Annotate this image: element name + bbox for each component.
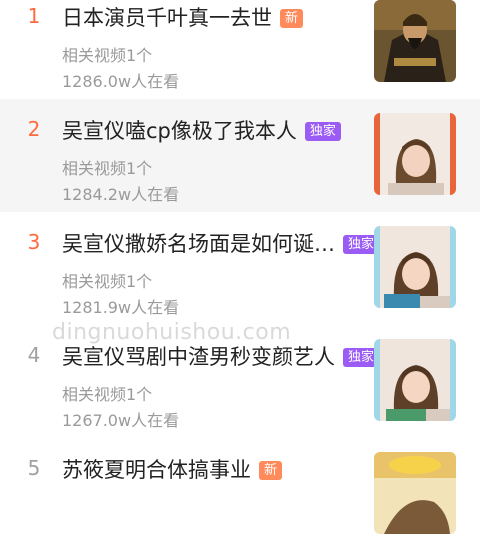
item-title-text: 苏筱夏明合体搞事业 <box>62 458 251 482</box>
hot-list: 1 日本演员千叶真一去世新 相关视频1个 1286.0w人在看 2 吴宣仪嗑cp… <box>0 0 480 551</box>
item-title: 吴宣仪嗑cp像极了我本人 独家 <box>62 115 341 145</box>
video-thumbnail[interactable] <box>374 452 456 534</box>
new-badge: 新 <box>259 461 283 480</box>
list-item[interactable]: 2 吴宣仪嗑cp像极了我本人 独家 相关视频1个 1284.2w人在看 <box>0 99 480 212</box>
watching-count: 1267.0w人在看 <box>62 411 180 430</box>
video-thumbnail[interactable] <box>374 339 456 421</box>
rank-number: 2 <box>27 117 41 141</box>
item-title: 日本演员千叶真一去世新 <box>62 2 304 32</box>
rank-number: 4 <box>27 343 41 367</box>
item-title-text: 吴宣仪骂剧中渣男秒变颜艺人 <box>62 345 335 369</box>
video-thumbnail[interactable] <box>374 113 456 195</box>
new-badge: 新 <box>280 9 304 28</box>
exclusive-badge: 独家 <box>304 122 341 141</box>
watching-count: 1286.0w人在看 <box>62 72 180 91</box>
video-thumbnail[interactable] <box>374 226 456 308</box>
rank-number: 1 <box>27 4 41 28</box>
related-videos: 相关视频1个 <box>62 46 153 65</box>
related-videos: 相关视频1个 <box>62 159 153 178</box>
item-title-text: 吴宣仪嗑cp像极了我本人 <box>62 119 297 143</box>
related-videos: 相关视频1个 <box>62 385 153 404</box>
watching-count: 1281.9w人在看 <box>62 298 180 317</box>
list-item[interactable]: 4 吴宣仪骂剧中渣男秒变颜艺人 独家 相关视频1个 1267.0w人在看 <box>0 325 480 438</box>
related-videos: 相关视频1个 <box>62 272 153 291</box>
rank-number: 3 <box>27 230 41 254</box>
item-title-text: 日本演员千叶真一去世 <box>62 6 272 30</box>
list-item[interactable]: 1 日本演员千叶真一去世新 相关视频1个 1286.0w人在看 <box>0 0 480 99</box>
item-title: 吴宣仪骂剧中渣男秒变颜艺人 独家 <box>62 341 380 371</box>
item-title-text: 吴宣仪撒娇名场面是如何诞… <box>62 232 335 256</box>
item-title: 吴宣仪撒娇名场面是如何诞… 独家 <box>62 228 380 258</box>
list-item[interactable]: 3 吴宣仪撒娇名场面是如何诞… 独家 相关视频1个 1281.9w人在看 <box>0 212 480 325</box>
watching-count: 1284.2w人在看 <box>62 185 180 204</box>
video-thumbnail[interactable] <box>374 0 456 82</box>
list-item[interactable]: 5 苏筱夏明合体搞事业新 <box>0 438 480 551</box>
rank-number: 5 <box>27 456 41 480</box>
